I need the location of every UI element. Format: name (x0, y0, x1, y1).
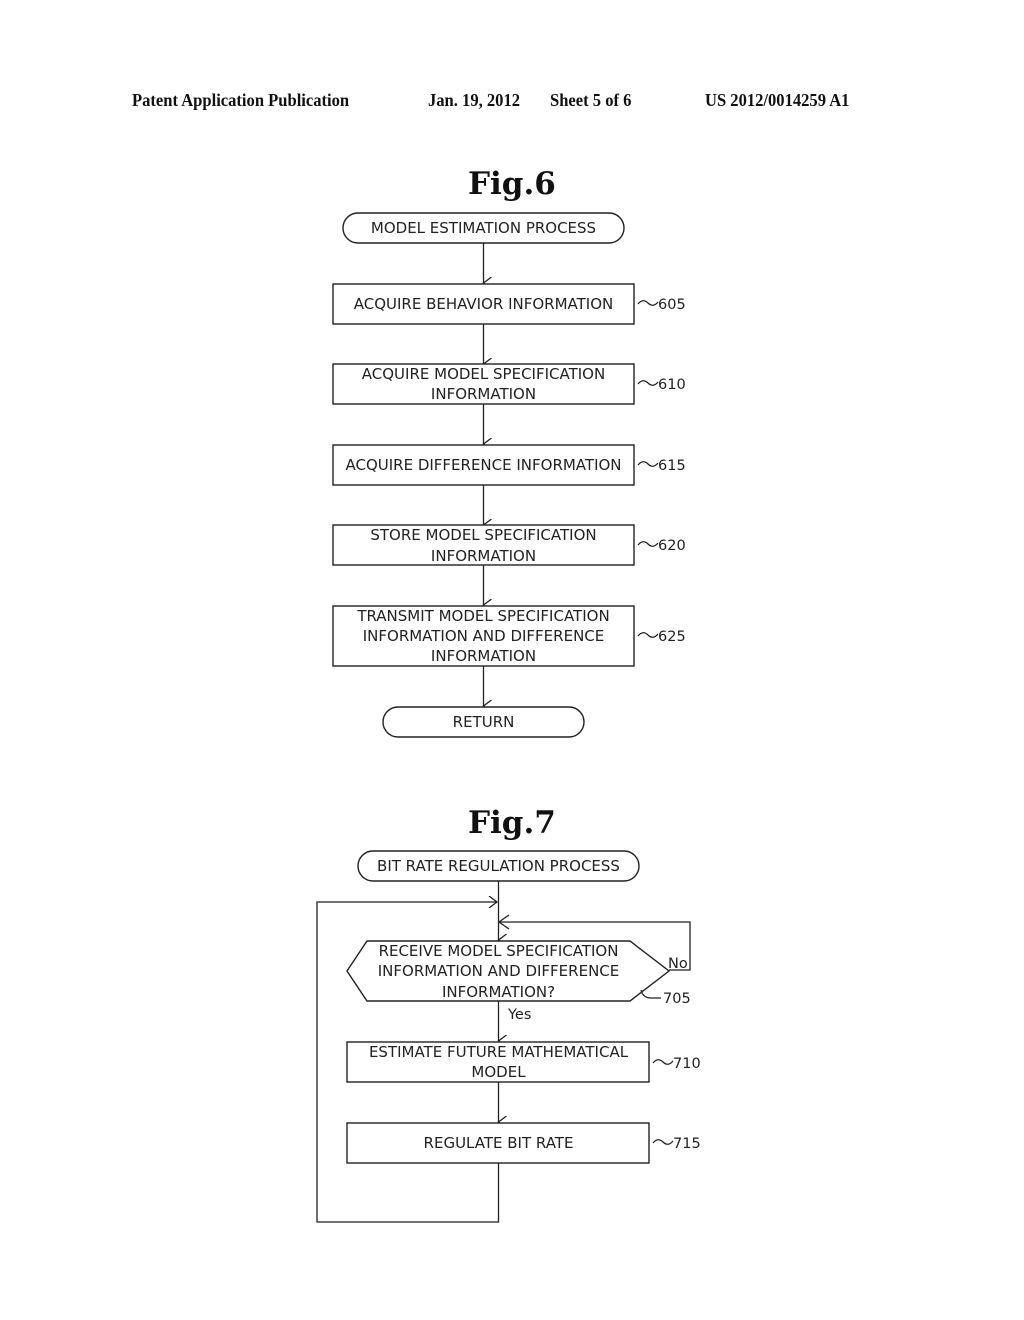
step-620-line2: INFORMATION (431, 547, 536, 565)
fig6-step-620: STORE MODEL SPECIFICATION INFORMATION 62… (332, 524, 686, 566)
decision-705-line2: INFORMATION AND DIFFERENCE (378, 962, 620, 980)
leader-610 (637, 380, 659, 386)
fig6-return-terminal: RETURN (382, 706, 585, 738)
fig6-step-605: ACQUIRE BEHAVIOR INFORMATION 605 (332, 283, 686, 325)
yes-label: Yes (507, 1007, 531, 1023)
fig7-step-710: ESTIMATE FUTURE MATHEMATICAL MODEL 710 (346, 1041, 701, 1083)
ref-620: 620 (658, 538, 686, 554)
fig7-start-terminal: BIT RATE REGULATION PROCESS (357, 850, 640, 882)
leader-705 (640, 989, 661, 999)
ref-610: 610 (658, 377, 686, 393)
leader-615 (637, 461, 659, 467)
step-710-line1: ESTIMATE FUTURE MATHEMATICAL (369, 1043, 629, 1061)
fig7-start-label: BIT RATE REGULATION PROCESS (377, 857, 620, 875)
fig6-step-615: ACQUIRE DIFFERENCE INFORMATION 615 (332, 444, 686, 486)
leader-605 (637, 300, 659, 306)
fig7-step-715: REGULATE BIT RATE 715 (346, 1122, 701, 1164)
leader-710 (652, 1059, 674, 1065)
fig6-flowchart: MODEL ESTIMATION PROCESS ACQUIRE BEHAVIO… (332, 212, 686, 738)
step-710-line2: MODEL (471, 1063, 526, 1081)
fig6-return-label: RETURN (453, 713, 515, 731)
ref-715: 715 (673, 1136, 701, 1152)
leader-715 (652, 1139, 674, 1145)
step-610-line2: INFORMATION (431, 385, 536, 403)
step-625-line1: TRANSMIT MODEL SPECIFICATION (356, 607, 609, 625)
fig6-start-terminal: MODEL ESTIMATION PROCESS (342, 212, 625, 244)
no-label: No (668, 956, 688, 972)
step-625-line3: INFORMATION (431, 647, 536, 665)
leader-625 (637, 632, 659, 638)
decision-705-line1: RECEIVE MODEL SPECIFICATION (379, 942, 619, 960)
fig6-start-label: MODEL ESTIMATION PROCESS (371, 219, 596, 237)
fig7-decision-705: RECEIVE MODEL SPECIFICATION INFORMATION … (346, 940, 691, 1007)
ref-705: 705 (663, 991, 691, 1007)
step-615-label: ACQUIRE DIFFERENCE INFORMATION (345, 456, 621, 474)
ref-710: 710 (673, 1056, 701, 1072)
flowchart-canvas: MODEL ESTIMATION PROCESS ACQUIRE BEHAVIO… (316, 212, 701, 1223)
ref-625: 625 (658, 629, 686, 645)
step-610-line1: ACQUIRE MODEL SPECIFICATION (362, 365, 605, 383)
ref-605: 605 (658, 297, 686, 313)
step-620-line1: STORE MODEL SPECIFICATION (370, 526, 596, 544)
decision-705-line3: INFORMATION? (442, 983, 555, 1001)
fig7-flowchart: BIT RATE REGULATION PROCESS RECEIVE MODE… (316, 850, 701, 1223)
ref-615: 615 (658, 458, 686, 474)
fig6-step-610: ACQUIRE MODEL SPECIFICATION INFORMATION … (332, 363, 686, 405)
step-605-label: ACQUIRE BEHAVIOR INFORMATION (354, 295, 614, 313)
fig6-step-625: TRANSMIT MODEL SPECIFICATION INFORMATION… (332, 605, 686, 667)
leader-620 (637, 541, 659, 547)
step-715-label: REGULATE BIT RATE (424, 1134, 574, 1152)
step-625-line2: INFORMATION AND DIFFERENCE (363, 627, 605, 645)
